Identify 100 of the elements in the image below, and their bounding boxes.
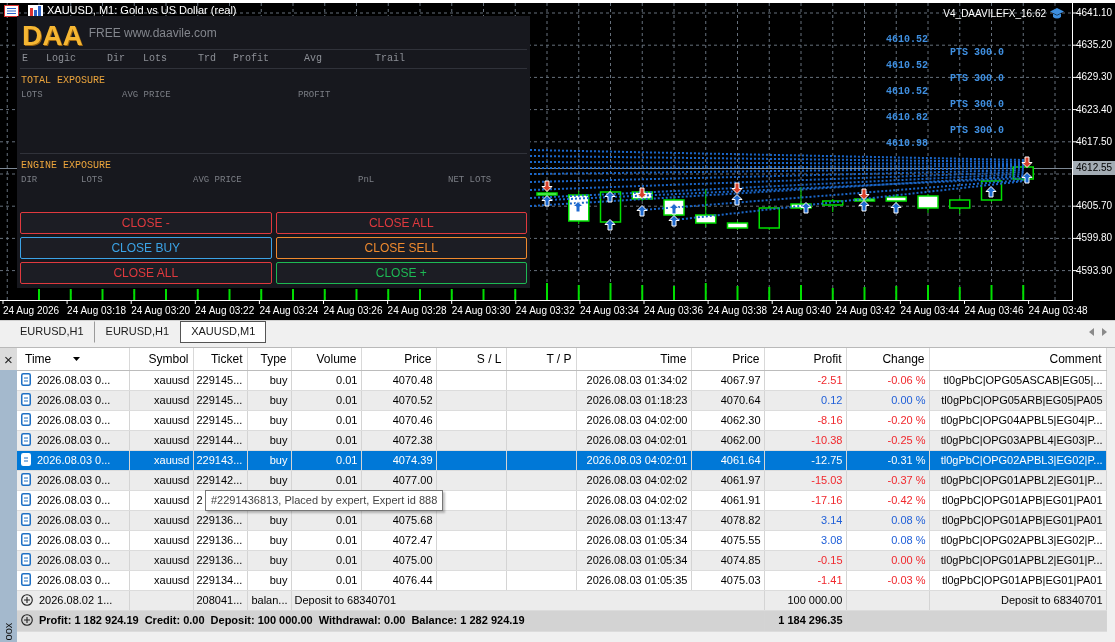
table-cell: 0.01 [291,370,361,390]
table-cell: 2026.08.03 04:02:00 [576,410,691,430]
order-price-label: 4610.82 [886,112,928,124]
up-arrow-icon [858,200,870,212]
table-row[interactable]: 2026.08.03 0... xauusd 229144... buy 0.01 4072.38 2026.08.03 04:02:01 4062.00 -10.38 -0.25 % tl0gPbC|OPG03APBL4|EG03|P... [17,430,1106,450]
column-header[interactable]: Price [691,348,764,370]
column-header[interactable]: Type [247,348,291,370]
table-cell: buy [247,570,291,590]
plus-circle-icon[interactable] [21,593,33,606]
document-icon [21,512,31,526]
table-cell: tl0gPbC|OPG01APB|EG01|PA01 [929,570,1106,590]
table-cell: 4061.91 [691,490,764,510]
chart-title: XAUUSD, M1: Gold vs US Dollar (real) [47,4,237,16]
down-arrow-icon [541,180,553,192]
down-arrow-icon [636,187,648,199]
current-price-label: 4612.55 [1073,161,1115,175]
table-row[interactable]: 2026.08.03 0... xauusd 229134... buy 0.01 4076.44 2026.08.03 01:05:35 4075.03 -1.41 -0.03 % tl0gPbC|OPG01APB|EG01|PA01 [17,570,1106,590]
column-header[interactable]: Symbol [129,348,193,370]
up-arrow-icon [604,191,616,203]
close-button[interactable]: CLOSE SELL [275,237,527,259]
table-row[interactable]: 2026.08.03 0... xauusd 229136... buy 0.01 4072.47 2026.08.03 01:05:34 4075.55 3.08 0.08 % tl0gPbC|OPG02APBL3|EG02|P... [17,530,1106,550]
column-header[interactable]: Volume [291,348,361,370]
table-cell: 4067.97 [691,370,764,390]
table-cell: buy [247,530,291,550]
price-label: 4605.70 [1076,200,1113,213]
volume-bar [387,289,390,300]
volume-bar [641,285,644,300]
candlestick [917,193,939,214]
table-cell: 3.08 [764,530,846,550]
time-label: 24 Aug 03:34 [579,305,639,317]
time-label: 24 Aug 03:38 [708,305,768,317]
table-cell: 2026.08.03 01:05:34 [576,530,691,550]
volume-bar [101,289,104,300]
table-cell: xauusd [129,490,193,510]
sort-arrow-icon [73,357,81,362]
column-header[interactable]: T / P [506,348,576,370]
bar-chart-icon[interactable] [28,5,43,17]
price-label: 4635.20 [1076,39,1113,52]
target-points-label: PTS 300.0 [950,73,1004,85]
close-button[interactable]: CLOSE BUY [20,237,272,259]
table-row[interactable]: 2026.08.02 1... 208041... balan... Deposit to 68340701 100 000.00 Deposit to 68340701 [17,590,1106,610]
close-button[interactable]: CLOSE ALL [20,262,272,284]
table-row[interactable]: 2026.08.03 0... xauusd 229136... buy 0.01 4075.68 2026.08.03 01:13:47 4078.82 3.14 0.08 % tl0gPbC|OPG01APB|EG01|PA01 [17,510,1106,530]
list-icon[interactable] [4,5,19,17]
column-header: E [22,53,28,65]
column-header[interactable]: Change [846,348,929,370]
chart-tab[interactable]: XAUUSD,M1 [180,320,267,343]
volume-bar [768,287,771,300]
table-cell: -1.41 [764,570,846,590]
table-cell: 4076.44 [361,570,436,590]
volume-bar [450,289,453,300]
table-row[interactable]: 2026.08.03 0... xauusd 229136... buy 0.01 4075.00 2026.08.03 01:05:34 4074.85 -0.15 0.00 % tl0gPbC|OPG01APBL2|EG01|P... [17,550,1106,570]
table-cell: 0.01 [291,410,361,430]
summary-text: Withdrawal: 0.00 [318,614,406,626]
table-row[interactable]: 2026.08.03 0... xauusd 229142... buy 0.01 4077.00 2026.08.03 04:02:02 4061.97 -15.03 -0.37 % tl0gPbC|OPG01APBL2|EG01|P... [17,470,1106,490]
column-header[interactable]: Ticket [193,348,247,370]
table-cell: 4062.30 [691,410,764,430]
column-header[interactable]: Time [17,348,129,370]
column-header[interactable]: Time [576,348,691,370]
chart-tab[interactable]: EURUSD,H1 [94,320,181,343]
column-header: Dir [107,53,125,65]
time-label: 24 Aug 03:24 [259,305,319,317]
table-cell: tl0gPbC|OPG01APB|EG01|PA01 [929,490,1106,510]
table-cell: buy [247,370,291,390]
volume-bar [1022,285,1025,300]
volume-bar [831,288,834,300]
time-text: 2026.08.03 0... [37,393,111,406]
time-text: 2026.08.03 0... [37,553,111,566]
table-row[interactable]: 2026.08.03 0... xauusd 229145... buy 0.01 4070.52 2026.08.03 01:18:23 4070.64 0.12 0.00 % tl0gPbC|OPG05ARB|EG05|PA05 [17,390,1106,410]
candlestick [758,205,780,231]
table-cell: -2.51 [764,370,846,390]
close-button[interactable]: CLOSE ALL [275,212,527,234]
close-button[interactable]: CLOSE - [20,212,272,234]
table-row[interactable]: 2026.08.03 0... xauusd 229143... buy 0.01 4074.39 2026.08.03 04:02:01 4061.64 -12.75 -0.31 % tl0gPbC|OPG02APBL3|EG02|P... [17,450,1106,470]
table-cell: tl0gPbC|OPG04APBL5|EG04|P... [929,410,1106,430]
document-icon [21,452,31,466]
column-header[interactable]: Price [361,348,436,370]
table-cell: buy [247,410,291,430]
close-button[interactable]: CLOSE + [275,262,527,284]
scroll-left-icon[interactable] [1089,327,1094,336]
website-text: FREE www.daavile.com [88,26,217,40]
column-header[interactable]: Profit [764,348,846,370]
table-cell: 0.08 % [846,530,929,550]
field-label: LOTS [21,90,43,102]
column-header[interactable]: S / L [436,348,506,370]
table-row[interactable]: 2026.08.03 0... xauusd 229145... buy 0.01 4070.48 2026.08.03 01:34:02 4067.97 -2.51 -0.06 % tl0gPbC|OPG05ASCAB|EG05|... [17,370,1106,390]
scroll-right-icon[interactable] [1102,327,1107,336]
up-arrow-icon [985,186,997,198]
time-label: 24 Aug 2026 [3,305,60,317]
tooltip: #2291436813, Placed by expert, Expert id 888 [205,490,444,511]
document-icon [21,552,31,566]
document-icon [21,392,31,406]
up-arrow-icon [636,205,648,217]
column-header[interactable]: Comment [929,348,1106,370]
close-button[interactable]: × [0,348,17,370]
candlestick [822,198,844,213]
time-text: 2026.08.03 0... [37,573,111,586]
table-row[interactable]: 2026.08.03 0... xauusd 229145... buy 0.01 4070.46 2026.08.03 04:02:00 4062.30 -8.16 -0.20 % tl0gPbC|OPG04APBL5|EG04|P... [17,410,1106,430]
plus-circle-icon[interactable] [21,614,33,626]
document-icon [21,572,31,586]
